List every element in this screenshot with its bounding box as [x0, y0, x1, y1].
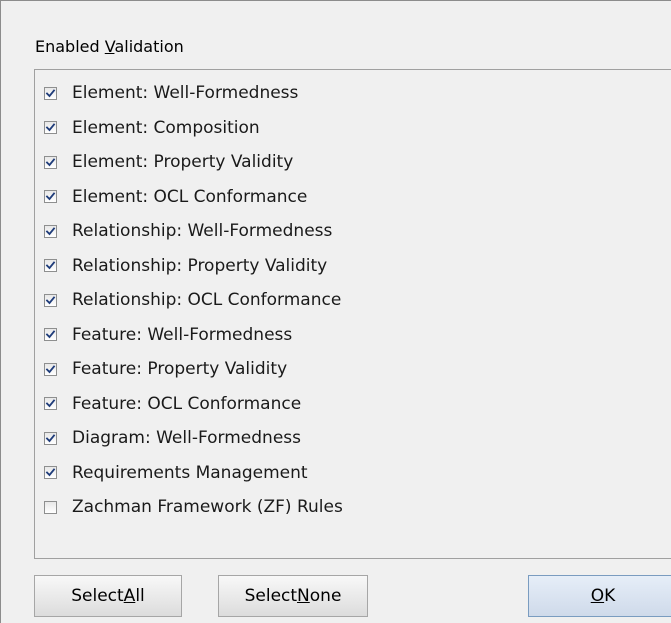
list-item[interactable]: Element: Well-Formedness [44, 78, 298, 108]
checkmark-icon [45, 88, 56, 97]
checkmark-icon [45, 295, 56, 304]
list-item-label: Element: Composition [72, 117, 260, 138]
checkbox-checked[interactable] [44, 293, 57, 307]
checkbox-checked[interactable] [44, 86, 57, 100]
list-item[interactable]: Element: OCL Conformance [44, 182, 307, 212]
checkmark-icon [45, 123, 56, 132]
checkmark-icon [45, 261, 56, 270]
checkmark-icon [45, 157, 56, 166]
validation-dialog: Enabled Validation Element: Well-Formedn… [0, 0, 671, 623]
list-item-label: Relationship: Well-Formedness [72, 221, 333, 241]
list-item-label: Element: Well-Formedness [72, 83, 299, 103]
checkbox-checked[interactable] [44, 259, 57, 272]
list-item[interactable]: Requirements Management [44, 458, 308, 488]
list-item[interactable]: Relationship: OCL Conformance [44, 285, 341, 315]
list-item[interactable]: Zachman Framework (ZF) Rules [44, 492, 343, 522]
list-item-label: Requirements Management [72, 462, 308, 483]
list-item[interactable]: Relationship: Well-Formedness [44, 216, 332, 246]
list-item[interactable]: Feature: Property Validity [44, 354, 287, 384]
checkmark-icon [45, 399, 56, 408]
list-item-label: Diagram: Well-Formedness [72, 428, 301, 448]
checkmark-icon [45, 364, 56, 373]
list-item-label: Zachman Framework (ZF) Rules [72, 497, 343, 517]
checkmark-icon [45, 192, 56, 201]
checkbox-checked[interactable] [44, 190, 57, 203]
ok-button[interactable]: OK [528, 575, 671, 617]
checkbox-checked[interactable] [44, 466, 57, 479]
checkbox-checked[interactable] [44, 431, 57, 445]
validation-rules-list[interactable]: Element: Well-Formedness Element: Composi… [34, 69, 671, 559]
checkbox-checked[interactable] [44, 224, 57, 238]
checkbox-checked[interactable] [44, 328, 57, 341]
list-item-label: Feature: Well-Formedness [72, 324, 293, 345]
list-item-label: Element: Property Validity [72, 152, 294, 172]
checkbox-checked[interactable] [44, 397, 57, 410]
list-item-label: Feature: Property Validity [72, 359, 288, 379]
checkmark-icon [45, 468, 56, 477]
select-all-button[interactable]: Select All [34, 575, 182, 617]
checkmark-icon [45, 226, 56, 235]
list-item[interactable]: Element: Property Validity [44, 147, 293, 177]
list-item[interactable]: Feature: OCL Conformance [44, 389, 301, 419]
checkbox-checked[interactable] [44, 362, 57, 376]
checkbox-checked[interactable] [44, 155, 57, 169]
checkmark-icon [45, 330, 56, 339]
list-item[interactable]: Relationship: Property Validity [44, 251, 327, 281]
checkmark-icon [45, 433, 56, 442]
list-item-label: Relationship: Property Validity [72, 255, 328, 276]
checkbox-checked[interactable] [44, 121, 57, 134]
enabled-validation-label: Enabled Validation [35, 37, 184, 56]
list-item-label: Feature: OCL Conformance [72, 393, 302, 414]
list-item[interactable]: Diagram: Well-Formedness [44, 423, 301, 453]
list-item-label: Relationship: OCL Conformance [72, 290, 342, 310]
select-none-button[interactable]: Select None [218, 575, 368, 617]
list-item[interactable]: Element: Composition [44, 113, 260, 143]
list-item-label: Element: OCL Conformance [72, 186, 308, 207]
list-item[interactable]: Feature: Well-Formedness [44, 320, 292, 350]
checkbox-unchecked[interactable] [44, 500, 57, 514]
